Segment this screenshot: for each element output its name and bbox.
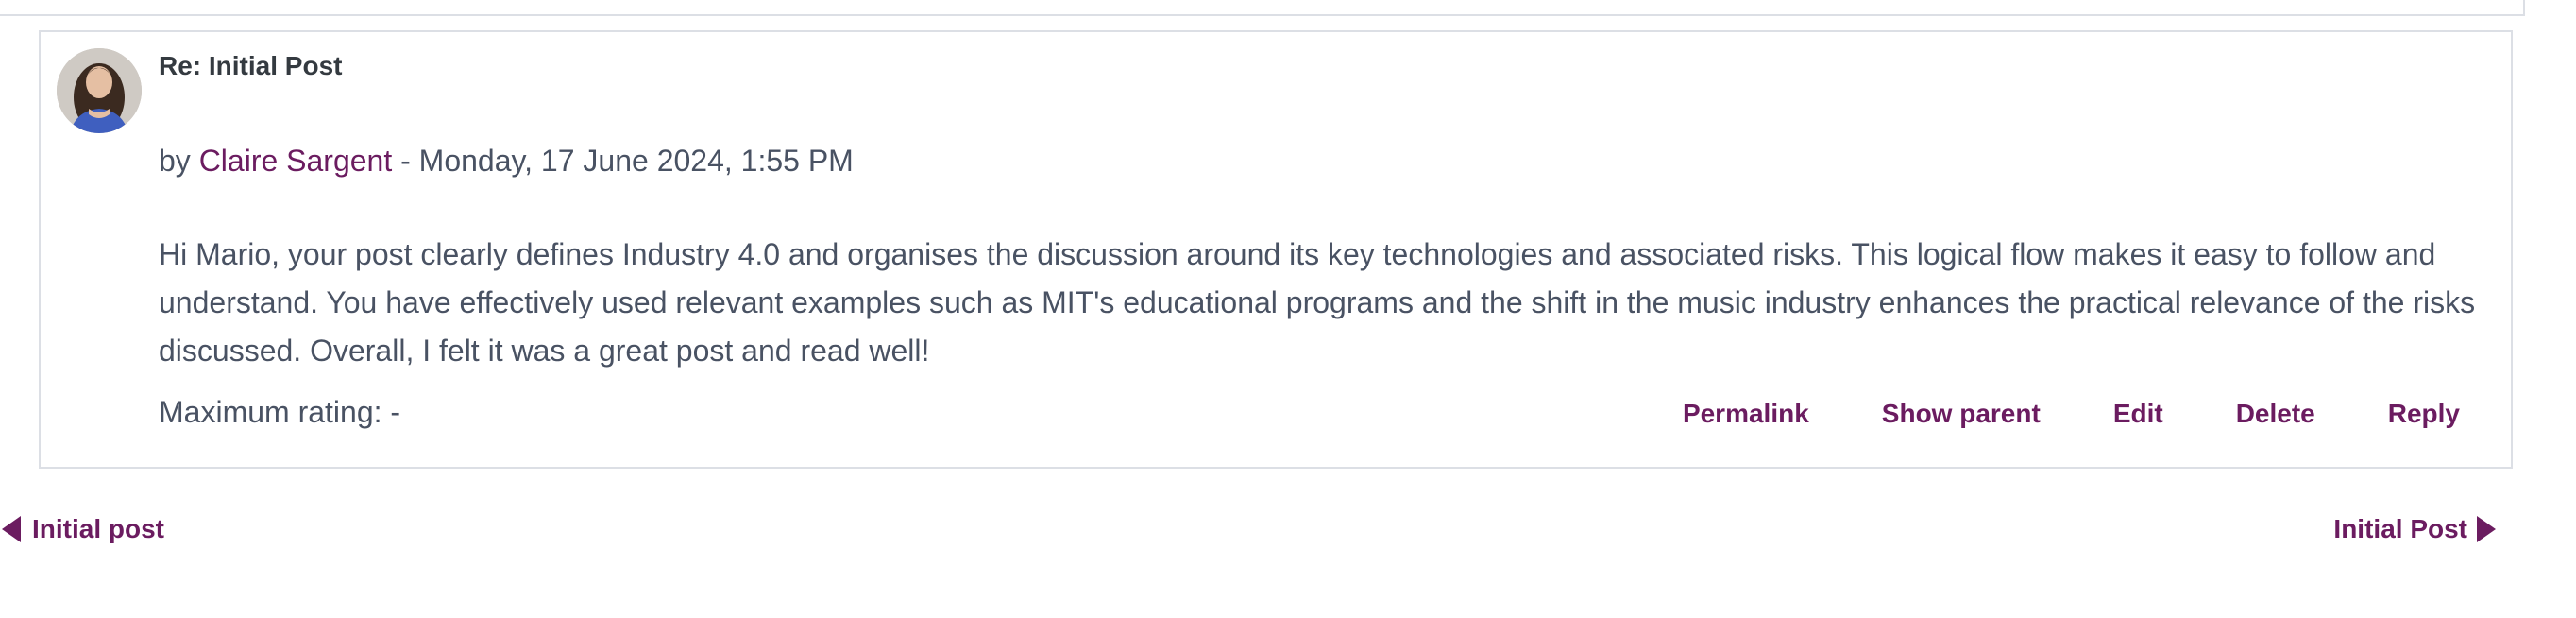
user-avatar-icon [57, 48, 142, 133]
post-subject: Re: Initial Post [159, 51, 343, 80]
previous-discussion-label: Initial post [32, 514, 164, 543]
author-link[interactable]: Claire Sargent [199, 144, 393, 178]
post-content: Hi Mario, your post clearly defines Indu… [159, 237, 2476, 368]
triangle-right-icon [2477, 516, 2496, 542]
previous-post-container [0, 0, 2525, 16]
forum-post: Re: Initial Post by Claire Sargent - Mon… [39, 30, 2513, 469]
previous-discussion-link[interactable]: Initial post [2, 514, 164, 544]
next-discussion-link[interactable]: Initial Post [2333, 514, 2496, 544]
edit-link[interactable]: Edit [2113, 399, 2163, 429]
forum-discussion-page: Re: Initial Post by Claire Sargent - Mon… [0, 0, 2576, 618]
reply-link[interactable]: Reply [2388, 399, 2460, 429]
show-parent-link[interactable]: Show parent [1882, 399, 2041, 429]
rating-label: Maximum rating: - [159, 395, 401, 429]
avatar[interactable] [57, 48, 142, 133]
permalink-link[interactable]: Permalink [1683, 399, 1809, 429]
triangle-left-icon [2, 516, 21, 542]
post-actions: Permalink Show parent Edit Delete Reply [1610, 399, 2460, 429]
post-date: - Monday, 17 June 2024, 1:55 PM [392, 144, 854, 178]
next-discussion-label: Initial Post [2333, 514, 2467, 543]
delete-link[interactable]: Delete [2236, 399, 2315, 429]
post-byline: by Claire Sargent - Monday, 17 June 2024… [159, 144, 854, 179]
byline-prefix: by [159, 144, 191, 178]
